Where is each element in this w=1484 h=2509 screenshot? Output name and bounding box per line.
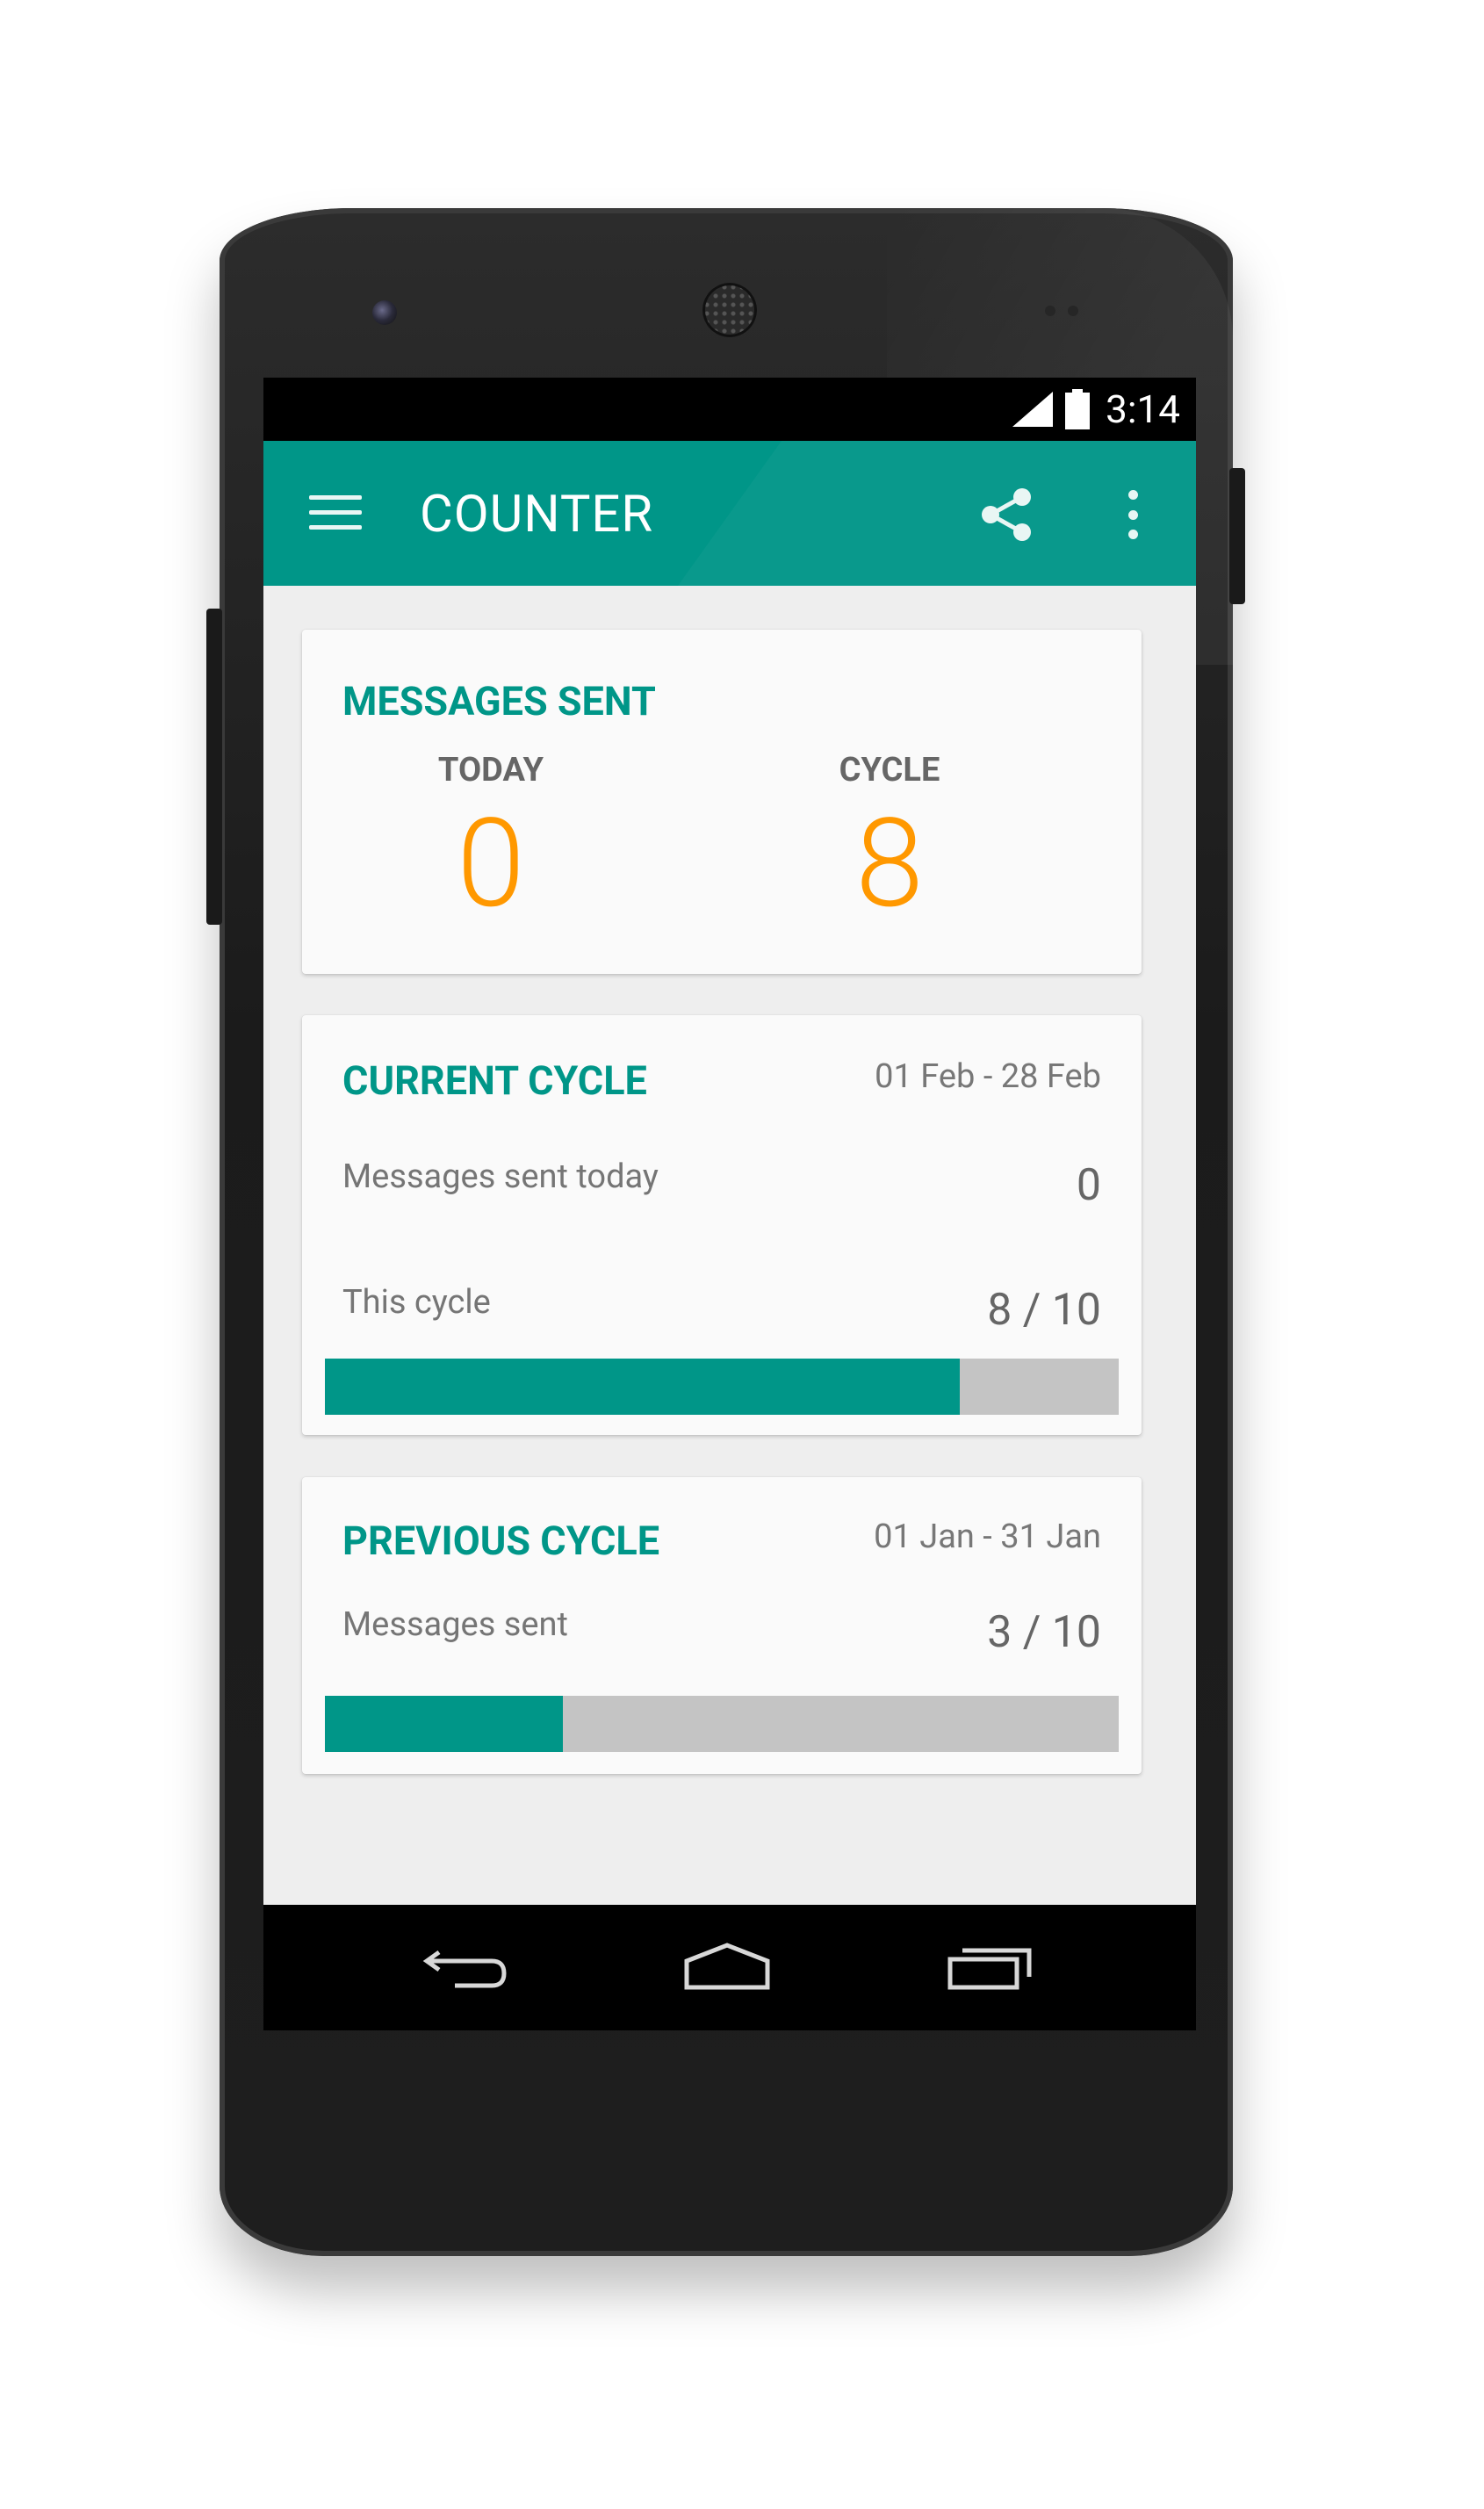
cycle-count: 8: [855, 792, 924, 936]
card-title: PREVIOUS CYCLE: [342, 1518, 660, 1564]
date-range: 01 Feb - 28 Feb: [875, 1057, 1101, 1096]
progress-fill: [325, 1696, 564, 1752]
menu-icon[interactable]: [309, 495, 362, 530]
front-camera-icon: [372, 300, 397, 325]
cycle-label: CYCLE: [839, 751, 940, 789]
cycle-label: This cycle: [342, 1283, 491, 1322]
app-title: COUNTER: [420, 485, 654, 544]
navigation-bar: [263, 1905, 1196, 2030]
status-bar: 3:14: [263, 378, 1196, 441]
messages-sent-card: MESSAGES SENT TODAY CYCLE 0 8: [302, 630, 1142, 974]
back-icon[interactable]: [421, 1940, 509, 1993]
current-cycle-card: CURRENT CYCLE 01 Feb - 28 Feb Messages s…: [302, 1015, 1142, 1435]
cycle-value: 8 / 10: [987, 1285, 1101, 1336]
progress-bar: [325, 1359, 1119, 1415]
card-title: MESSAGES SENT: [342, 678, 656, 725]
today-label: TODAY: [437, 751, 544, 789]
previous-cycle-card: PREVIOUS CYCLE 01 Jan - 31 Jan Messages …: [302, 1477, 1142, 1774]
speaker-grille: [702, 283, 757, 337]
signal-icon: [1012, 392, 1054, 427]
power-button: [1229, 468, 1245, 604]
screen: 3:14 COUNTER MESSAGES SENT TODAY CYCLE 0…: [263, 378, 1196, 2030]
card-title: CURRENT CYCLE: [342, 1057, 647, 1104]
date-range: 01 Jan - 31 Jan: [874, 1518, 1101, 1556]
progress-fill: [325, 1359, 961, 1415]
sensors: [1045, 303, 1098, 316]
sent-value: 3 / 10: [987, 1607, 1101, 1658]
volume-button: [206, 609, 222, 925]
progress-bar: [325, 1696, 1119, 1752]
today-count: 0: [457, 792, 525, 936]
app-toolbar: COUNTER: [263, 441, 1196, 586]
status-time: 3:14: [1106, 386, 1180, 432]
today-value: 0: [1076, 1160, 1101, 1211]
sent-label: Messages sent: [342, 1605, 568, 1644]
more-vert-icon[interactable]: [1126, 490, 1140, 539]
battery-icon: [1065, 389, 1091, 429]
recents-icon[interactable]: [947, 1940, 1034, 1993]
home-icon[interactable]: [683, 1940, 771, 1993]
today-label: Messages sent today: [342, 1157, 659, 1196]
share-icon[interactable]: [975, 483, 1038, 546]
